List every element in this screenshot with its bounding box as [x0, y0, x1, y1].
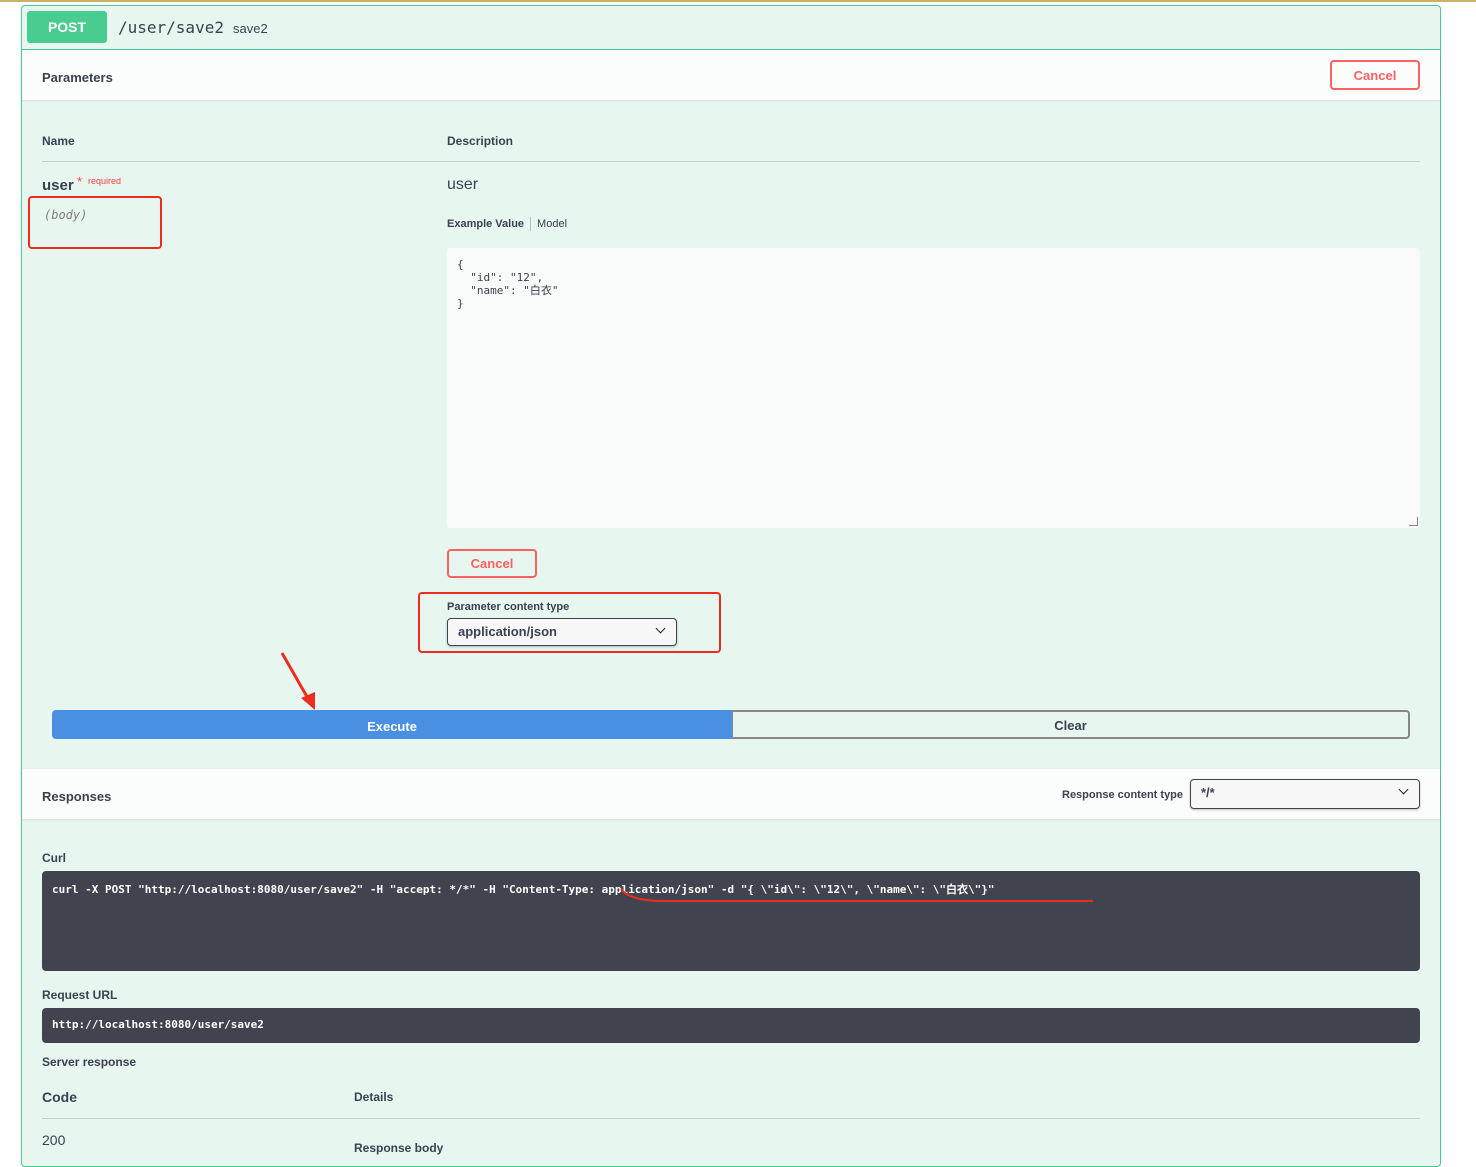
response-table-divider	[42, 1118, 1420, 1119]
tab-example-value[interactable]: Example Value	[447, 218, 524, 230]
chevron-down-icon	[655, 623, 666, 634]
response-body-label: Response body	[354, 1141, 444, 1155]
operation-path: /user/save2	[118, 18, 224, 37]
required-label: required	[88, 176, 122, 186]
body-cancel-button[interactable]: Cancel	[447, 549, 537, 578]
param-name: user	[42, 177, 74, 194]
response-content-type-label: Response content type	[1062, 789, 1184, 801]
required-star: *	[77, 174, 83, 189]
response-content-type-select[interactable]: */*	[1190, 779, 1420, 809]
execute-button[interactable]: Execute	[52, 710, 732, 739]
details-column-header: Details	[354, 1090, 394, 1104]
table-divider	[42, 161, 1420, 162]
response-code: 200	[42, 1132, 66, 1148]
responses-title: Responses	[42, 789, 112, 804]
request-url-label: Request URL	[42, 988, 118, 1002]
top-border	[0, 0, 1476, 2]
tab-model[interactable]: Model	[537, 218, 567, 230]
resize-grip-icon[interactable]	[1409, 517, 1418, 526]
annotation-box-body	[28, 196, 162, 249]
response-content-type-value: */*	[1201, 785, 1215, 800]
request-url-value: http://localhost:8080/user/save2	[52, 1018, 264, 1031]
parameters-title: Parameters	[42, 70, 113, 85]
name-column-header: Name	[42, 134, 75, 148]
method-badge: POST	[27, 11, 107, 43]
parameter-content-type-select[interactable]: application/json	[447, 618, 677, 646]
request-url-block[interactable]: http://localhost:8080/user/save2	[42, 1008, 1420, 1043]
example-model-tabs: Example Value Model	[447, 217, 567, 231]
parameter-content-type-value: application/json	[458, 624, 557, 639]
tab-separator	[530, 217, 532, 231]
annotation-underline	[620, 888, 1093, 902]
clear-button[interactable]: Clear	[732, 710, 1410, 739]
try-out-cancel-button[interactable]: Cancel	[1330, 60, 1420, 90]
code-column-header: Code	[42, 1089, 77, 1105]
body-textarea-value: { "id": "12", "name": "白衣" }	[457, 258, 559, 310]
operation-summary[interactable]: POST /user/save2 save2	[22, 6, 1440, 50]
annotation-arrow-icon	[280, 652, 315, 710]
curl-label: Curl	[42, 851, 66, 865]
param-description: user	[447, 176, 479, 193]
operation-block: POST /user/save2 save2 Parameters Cancel…	[21, 5, 1441, 1167]
responses-header: Responses Response content type */*	[22, 769, 1440, 819]
server-response-label: Server response	[42, 1055, 137, 1069]
parameters-header: Parameters Cancel	[22, 50, 1440, 100]
description-column-header: Description	[447, 134, 514, 148]
body-textarea[interactable]: { "id": "12", "name": "白衣" }	[447, 248, 1420, 528]
parameter-content-type-label: Parameter content type	[447, 601, 570, 613]
operation-summary-text: save2	[233, 21, 268, 36]
chevron-down-icon	[1398, 784, 1409, 795]
